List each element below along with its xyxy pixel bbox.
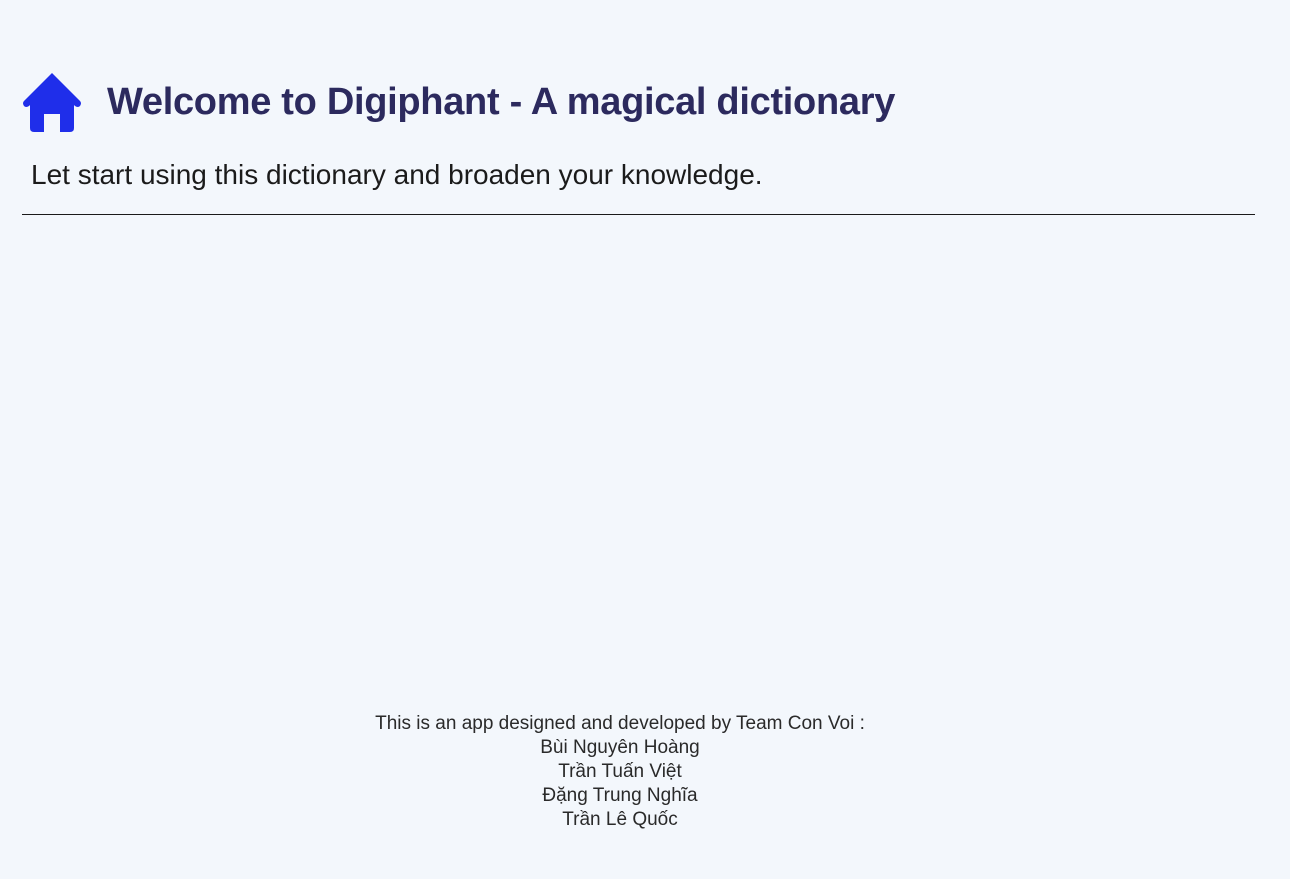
team-member: Trần Tuấn Việt bbox=[558, 761, 682, 782]
page-title: Welcome to Digiphant - A magical diction… bbox=[107, 81, 896, 123]
header: Welcome to Digiphant - A magical diction… bbox=[22, 70, 895, 134]
team-member: Bùi Nguyên Hoàng bbox=[540, 737, 700, 758]
page-subtitle: Let start using this dictionary and broa… bbox=[31, 159, 763, 190]
home-icon[interactable] bbox=[22, 70, 82, 134]
team-member: Đặng Trung Nghĩa bbox=[542, 785, 698, 806]
divider bbox=[22, 214, 1255, 215]
footer: This is an app designed and developed by… bbox=[0, 712, 1240, 832]
page: Welcome to Digiphant - A magical diction… bbox=[0, 0, 1290, 879]
footer-intro: This is an app designed and developed by… bbox=[375, 713, 865, 734]
team-member: Trần Lê Quốc bbox=[562, 809, 678, 830]
